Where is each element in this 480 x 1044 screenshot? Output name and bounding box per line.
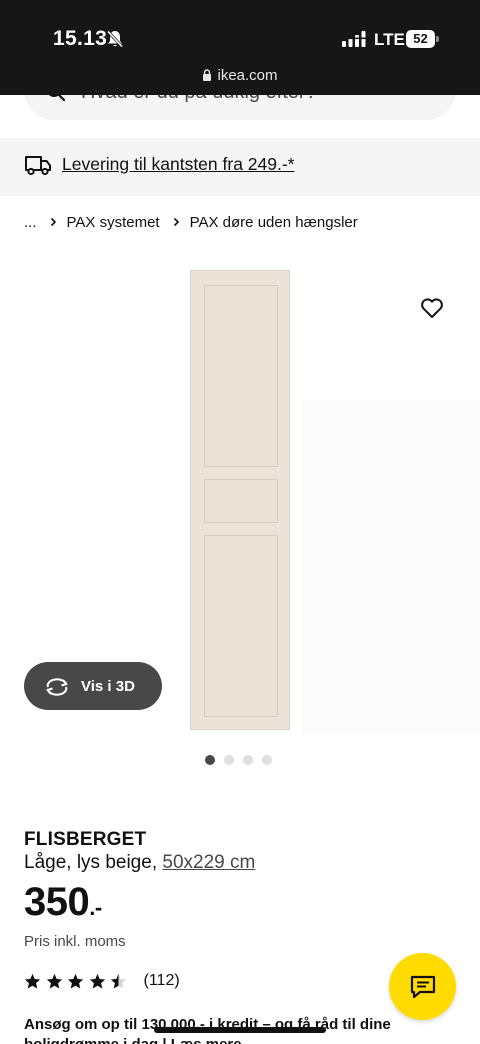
product-name: FLISBERGET [24,829,147,850]
chevron-right-icon [50,217,56,227]
breadcrumb-ellipsis[interactable]: ... [24,214,37,231]
delivery-banner[interactable]: Levering til kantsten fra 249.-* [0,138,480,196]
gallery-dot[interactable] [205,755,215,765]
star-icon [46,973,62,989]
breadcrumb-pax-doors[interactable]: PAX døre uden hængsler [190,214,358,231]
star-icon [24,973,41,989]
gallery-dot[interactable] [243,755,253,765]
chat-button[interactable] [389,953,456,1020]
battery-level: 52 [406,30,435,48]
bell-slash-icon [106,30,124,48]
gallery-dot[interactable] [262,755,272,765]
battery-icon: 52 [406,30,439,48]
product-image-door [190,270,290,730]
signal-icon [342,31,366,47]
view-in-3d-label: Vis i 3D [81,677,135,695]
chevron-right-icon [173,217,179,227]
vat-note: Pris inkl. moms [24,933,126,950]
status-bar: 15.13 LTE 52 ikea.com [0,0,480,95]
image-background [302,400,480,735]
url-text: ikea.com [217,67,278,84]
product-size-link[interactable]: 50x229 cm [162,852,255,873]
door-panel-top [204,285,278,467]
door-panel-middle [204,479,278,523]
price-value: 350 [24,880,90,924]
rotate-icon [46,678,68,696]
breadcrumb-pax-systemet[interactable]: PAX systemet [67,214,160,231]
breadcrumb: ... PAX systemet PAX døre uden hængsler [24,211,358,233]
star-icon [89,973,105,989]
review-count: (112) [143,972,180,989]
lock-icon [203,69,212,81]
view-in-3d-button[interactable]: Vis i 3D [24,662,162,710]
price-suffix: .- [89,895,102,920]
truck-icon [25,156,51,176]
credit-read-more-link[interactable]: Læs mere [171,1036,242,1044]
star-icon [67,973,84,989]
network-label: LTE [374,30,405,49]
product-rating[interactable]: (112) [24,970,180,992]
star-half-icon [110,973,127,989]
product-type: Låge, lys beige, [24,852,163,873]
door-panel-bottom [204,535,278,717]
gallery-dot[interactable] [224,755,234,765]
gallery-pagination [205,755,272,765]
product-description: Låge, lys beige, 50x229 cm [24,852,255,874]
heart-icon[interactable] [420,297,444,319]
product-price: 350.- [24,880,102,925]
status-time: 15.13 [53,27,108,50]
home-indicator [154,1027,326,1033]
chat-icon [410,975,436,999]
url-bar[interactable]: ikea.com [0,67,480,84]
delivery-link[interactable]: Levering til kantsten fra 249.-* [62,154,295,175]
